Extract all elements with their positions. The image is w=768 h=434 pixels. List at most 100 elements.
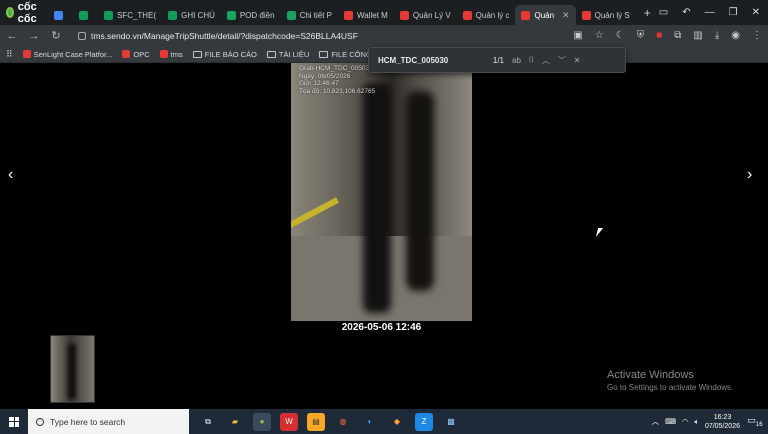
clock-time: 16:23: [713, 413, 732, 421]
volume-icon[interactable]: 🔈︎: [694, 417, 699, 427]
browser-tab[interactable]: GHI CHÚ: [162, 5, 221, 25]
coccoc-logo-icon: [6, 7, 14, 18]
browser-tab[interactable]: [73, 5, 98, 25]
reading-list-icon[interactable]: ▭: [659, 7, 668, 18]
photo-meta-line: Tọa độ: 10.823,106.62765: [299, 87, 376, 95]
bookmark-star-icon[interactable]: ☆: [595, 30, 604, 41]
shield-icon[interactable]: ⛨: [637, 30, 645, 41]
wifi-icon[interactable]: ◠: [682, 417, 689, 426]
download-icon[interactable]: ⤓: [715, 30, 719, 41]
photo-meta-line: Grab-HCM_TDC_005030: [299, 65, 373, 72]
activate-windows-watermark: Activate Windows Go to Settings to activ…: [607, 369, 733, 392]
browser-brand[interactable]: cốc cốc: [0, 0, 48, 25]
find-close-icon[interactable]: ✕: [574, 56, 581, 65]
maximize-button[interactable]: ❐: [729, 7, 738, 18]
split-view-icon[interactable]: ▥: [693, 30, 702, 41]
back-arrow-icon[interactable]: ↶: [682, 7, 690, 18]
browser-tab[interactable]: Chi tiết P: [281, 5, 338, 25]
taskbar-search[interactable]: Type here to search: [28, 409, 189, 434]
browser-tab[interactable]: Quản lý c: [457, 5, 516, 25]
find-prev-icon[interactable]: ︿: [542, 55, 550, 66]
clock[interactable]: 16:23 07/05/2026: [705, 413, 740, 431]
find-count: 1/1: [492, 55, 504, 65]
photo-watermark: Grab-HCM_TDC_005030 Ngày: 06/05/2026 Giờ…: [299, 65, 375, 95]
coccoc-taskbar-icon[interactable]: ●: [253, 412, 271, 431]
browser-tab[interactable]: Quản Lý V: [394, 5, 457, 25]
browser-tab[interactable]: Quản ✕: [515, 5, 576, 25]
site-info-icon[interactable]: [78, 31, 86, 40]
profile-icon[interactable]: ◉: [731, 30, 740, 41]
search-placeholder[interactable]: Type here to search: [50, 417, 125, 427]
tab-favicon-icon: [344, 10, 354, 20]
brand-name: cốc cốc: [17, 0, 37, 25]
tab-favicon-icon: [581, 10, 591, 20]
bookmark-item[interactable]: tms: [159, 49, 183, 59]
bookmark-item[interactable]: SenLight Case Platfor...: [22, 50, 112, 59]
windows-taskbar: Type here to search ⧉ ▰ ● W ▤ ◍ ◐ ◆ Z ▩ …: [0, 409, 768, 434]
start-button[interactable]: [0, 409, 28, 434]
task-view-icon[interactable]: ⧉: [199, 413, 217, 431]
wps-icon[interactable]: W: [280, 412, 298, 431]
bookmark-item[interactable]: OPC: [122, 49, 150, 59]
match-case-toggle[interactable]: ab: [512, 56, 521, 65]
activate-subtitle: Go to Settings to activate Windows.: [607, 383, 734, 392]
tab-favicon-icon: [521, 10, 531, 20]
browser-tab[interactable]: SFC_THE(: [98, 5, 162, 25]
next-image-button[interactable]: ›: [747, 166, 752, 184]
bookmark-label: TÀI LIỆU: [278, 49, 310, 59]
network-icon[interactable]: ⌨: [665, 417, 676, 426]
new-tab-button[interactable]: +: [636, 6, 659, 20]
notification-count: 16: [755, 421, 763, 428]
puzzle-extensions-icon[interactable]: ⧉: [674, 30, 681, 41]
bookmark-item[interactable]: TÀI LIỆU: [266, 49, 310, 59]
prev-image-button[interactable]: ‹: [8, 166, 13, 184]
browser-tab[interactable]: POD điền: [221, 5, 281, 25]
whole-word-toggle[interactable]: ⌷: [529, 55, 534, 65]
thumbnail-object: [68, 344, 76, 399]
folder-icon: [319, 50, 329, 58]
photo-caption: 2026-05-06 12:46: [341, 322, 422, 333]
app-circle-icon[interactable]: ◍: [334, 413, 352, 431]
dark-mode-icon[interactable]: ☾: [616, 30, 625, 41]
bookmark-label: OPC: [133, 49, 150, 59]
browser-tab[interactable]: Wallet M: [338, 5, 394, 25]
page-icon[interactable]: ▣: [573, 30, 582, 41]
reload-button[interactable]: ↻: [50, 29, 62, 42]
sticky-notes-icon[interactable]: ▤: [307, 412, 325, 431]
bookmark-label: FILE BÁO CÁO: [204, 49, 257, 59]
browser-tab[interactable]: Quản lý S: [576, 5, 636, 25]
find-next-icon[interactable]: ﹀: [558, 55, 566, 66]
close-window-button[interactable]: ✕: [752, 7, 760, 18]
forward-button[interactable]: →: [28, 30, 40, 42]
tab-close-icon[interactable]: ✕: [562, 10, 570, 21]
edge-icon[interactable]: ◐: [361, 413, 379, 431]
back-button[interactable]: ←: [6, 30, 18, 42]
taskbar-apps: ⧉ ▰ ● W ▤ ◍ ◐ ◆ Z ▩: [199, 412, 460, 431]
photo-stripe: [291, 197, 339, 231]
apps-grid-icon[interactable]: ⠿: [6, 49, 13, 60]
extension-red-icon[interactable]: ■: [656, 30, 662, 41]
tab-label: Wallet M: [357, 10, 388, 20]
url-text[interactable]: tms.sendo.vn/ManageTripShuttle/detail/?d…: [91, 31, 358, 41]
tab-favicon-icon: [53, 10, 63, 20]
app-orange-icon[interactable]: ◆: [388, 413, 406, 431]
notification-icon[interactable]: ▭16: [746, 415, 764, 428]
app-blue-icon[interactable]: ▩: [442, 413, 460, 431]
tab-label: Quản lý S: [594, 10, 630, 20]
address-bar[interactable]: tms.sendo.vn/ManageTripShuttle/detail/?d…: [78, 31, 563, 41]
thumbnail[interactable]: [50, 335, 95, 403]
bookmark-label: tms: [170, 49, 183, 59]
bookmark-favicon-icon: [122, 50, 131, 58]
tray-chevron-icon[interactable]: ︿: [652, 416, 660, 427]
minimize-button[interactable]: —: [705, 7, 715, 18]
tab-favicon-icon: [462, 10, 472, 20]
tab-strip: cốc cốc SFC_THE(GHI CHÚ POD điền Chi tiết …: [0, 0, 768, 25]
zalo-icon[interactable]: Z: [415, 412, 433, 431]
photo-meta-line: Ngày: 06/05/2026: [299, 72, 351, 80]
bookmark-item[interactable]: FILE BÁO CÁO: [192, 49, 257, 59]
browser-tab[interactable]: [48, 5, 73, 25]
menu-icon[interactable]: ⋮: [752, 30, 762, 41]
file-explorer-icon[interactable]: ▰: [226, 413, 244, 431]
photo-meta-line: Giờ: 12:46:47: [299, 80, 339, 87]
find-input[interactable]: HCM_TDC_005030: [378, 56, 482, 65]
